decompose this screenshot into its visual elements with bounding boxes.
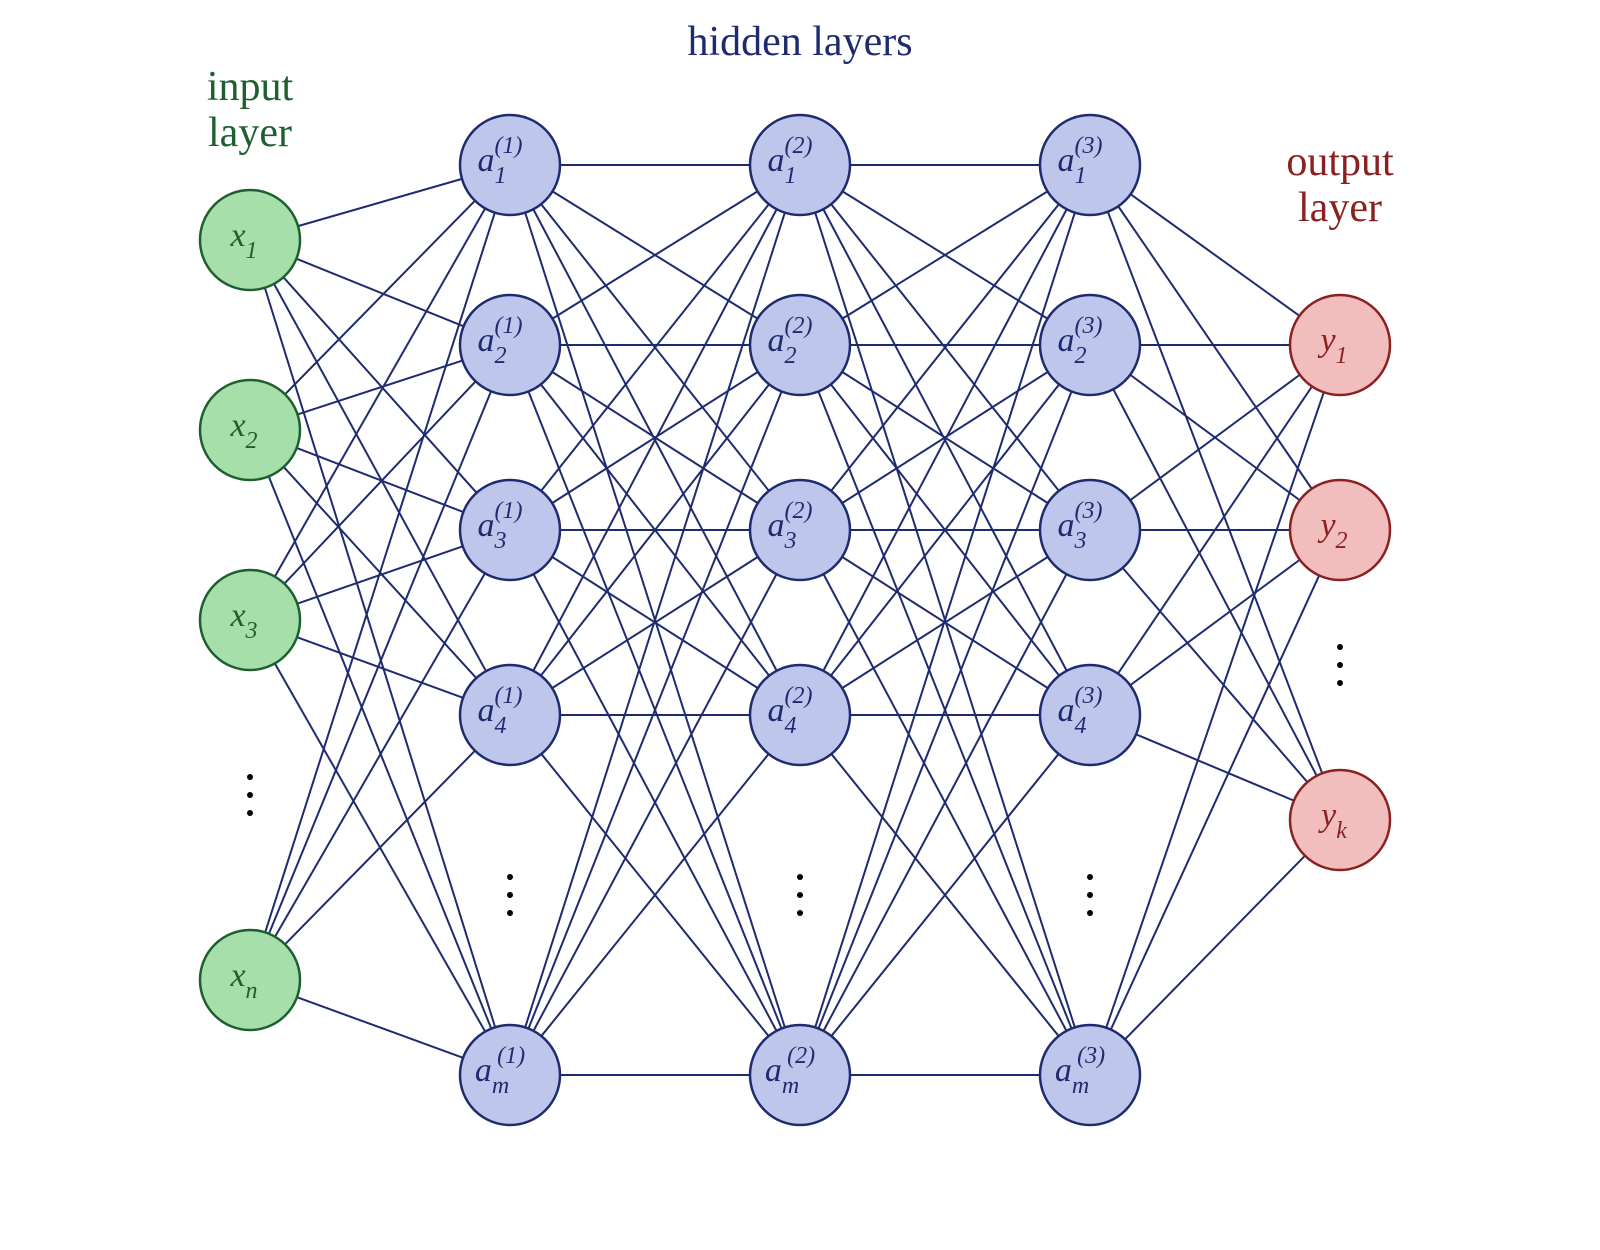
edge: [297, 997, 463, 1058]
hidden-node-l3-2: [1040, 295, 1140, 395]
edge: [296, 259, 463, 327]
hidden-layers-label: hidden layers: [687, 19, 912, 65]
hidden-node-l2-3: [750, 480, 850, 580]
hidden-node-l1-2: [460, 295, 560, 395]
input-ellipsis: [247, 792, 253, 798]
hidden-node-l1-1: [460, 115, 560, 215]
edge: [297, 448, 464, 512]
hidden-ellipsis-3: [1087, 910, 1093, 916]
output-ellipsis: [1337, 680, 1343, 686]
output-ellipsis: [1337, 662, 1343, 668]
input-layer-label-line1: input: [207, 64, 294, 110]
neural-network-diagram: x1x2x3xna1(1)a2(1)a3(1)a4(1)am(1)a1(2)a2…: [160, 0, 1440, 1200]
edge: [1113, 389, 1316, 776]
output-layer-label-line1: output: [1286, 139, 1394, 185]
hidden-ellipsis-1: [507, 874, 513, 880]
edge: [297, 637, 463, 698]
edge: [275, 573, 485, 936]
hidden-ellipsis-2: [797, 874, 803, 880]
hidden-node-l1-3: [460, 480, 560, 580]
edge: [269, 391, 491, 933]
hidden-ellipsis-3: [1087, 892, 1093, 898]
edge: [1131, 194, 1300, 316]
hidden-node-l2-4: [750, 665, 850, 765]
input-layer-label-line2: layer: [208, 110, 292, 156]
hidden-node-l1-4: [460, 665, 560, 765]
hidden-ellipsis-1: [507, 892, 513, 898]
hidden-node-l3-1: [1040, 115, 1140, 215]
edge: [1111, 575, 1319, 1029]
hidden-ellipsis-1: [507, 910, 513, 916]
edge: [283, 277, 476, 493]
hidden-ellipsis-3: [1087, 874, 1093, 880]
edge: [298, 179, 462, 226]
output-layer-label-line2: layer: [1298, 185, 1382, 231]
edge: [1136, 734, 1294, 800]
hidden-ellipsis-2: [797, 910, 803, 916]
nodes: x1x2x3xna1(1)a2(1)a3(1)a4(1)am(1)a1(2)a2…: [200, 115, 1390, 1125]
edge: [1123, 568, 1308, 782]
hidden-node-l3-4: [1040, 665, 1140, 765]
hidden-node-l2-2: [750, 295, 850, 395]
edge: [269, 476, 492, 1028]
edge: [298, 361, 463, 415]
hidden-ellipsis-2: [797, 892, 803, 898]
edge: [284, 381, 475, 583]
edge: [1118, 206, 1311, 488]
edge: [1130, 560, 1300, 686]
output-ellipsis: [1337, 644, 1343, 650]
edge: [1125, 856, 1305, 1040]
edge: [265, 213, 495, 933]
input-ellipsis: [247, 774, 253, 780]
hidden-node-l2-1: [750, 115, 850, 215]
input-ellipsis: [247, 810, 253, 816]
hidden-node-l3-3: [1040, 480, 1140, 580]
